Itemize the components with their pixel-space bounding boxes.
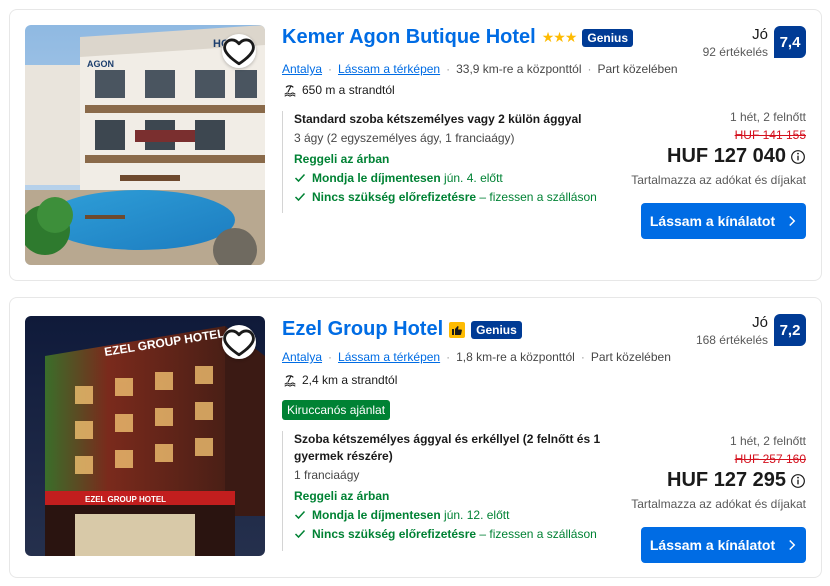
favorite-button[interactable] [222,34,256,68]
beach-icon [284,85,296,97]
current-price-row: HUF 127 295 [631,469,806,492]
see-availability-button[interactable]: Lássam a kínálatot [641,527,806,563]
show-on-map-link[interactable]: Lássam a térképen [338,62,440,76]
separator-dot: · [328,350,333,364]
genius-badge[interactable]: Genius [471,320,522,339]
cta-label: Lássam a kínálatot [649,537,776,553]
perk-title: Mondja le díjmentesen [312,508,441,522]
chevron-right-icon [789,539,796,551]
distance-from-center: 33,9 km-re a központtól [456,62,582,76]
stay-length: 1 hét, 2 felnőtt [729,434,806,448]
show-on-map-link[interactable]: Lássam a térképen [338,350,440,364]
perk-detail: jún. 4. előtt [444,171,503,185]
no-prepayment: Nincs szükség előrefizetésre – fizessen … [294,190,612,204]
getaway-deal-badge: Kiruccanós ajánlat [282,400,391,420]
score-badge: 7,4 [774,26,806,58]
info-icon[interactable] [790,473,806,489]
beach-distance-row: 2,4 km a strandtól [282,373,397,387]
favorite-button[interactable] [222,325,256,359]
distance-from-center: 1,8 km-re a központtól [456,350,575,364]
no-prepayment: Nincs szükség előrefizetésre – fizessen … [294,527,612,541]
heart-icon [223,38,255,66]
city-link[interactable]: Antalya [282,62,322,76]
breakfast-included: Reggeli az árban [294,489,390,503]
perk-title: Nincs szükség előrefizetésre [312,190,477,204]
review-word: Jó [752,26,768,43]
original-price: HUF 141 155 [734,128,806,142]
review-count: 92 értékelés [702,45,768,59]
beach-icon [284,375,296,387]
perk-detail: – fizessen a szálláson [479,527,597,541]
perk-title: Mondja le díjmentesen [312,171,441,185]
check-icon [294,529,306,539]
price-block: 1 hét, 2 felnőtt HUF 141 155 HUF 127 040… [631,110,806,187]
title-row: Kemer Agon Butique Hotel ★★★ Genius [282,26,634,49]
current-price: HUF 127 295 [667,469,786,491]
beach-distance: 2,4 km a strandtól [302,373,398,387]
separator-dot: · [580,350,585,364]
see-availability-button[interactable]: Lássam a kínálatot [641,203,806,239]
free-cancellation: Mondja le díjmentesen jún. 12. előtt [294,508,612,522]
beach-nearby-note: Part közelében [590,350,671,364]
hotel-card: HOTEL AGON Kemer Agon Butique Hotel ★★★ … [9,9,822,281]
beach-distance: 650 m a strandtól [302,83,395,97]
room-title: Standard szoba kétszemélyes vagy 2 külön… [294,112,582,126]
genius-badge[interactable]: Genius [582,28,634,47]
svg-text:EZEL GROUP HOTEL: EZEL GROUP HOTEL [85,495,166,504]
title-row: Ezel Group Hotel Genius [282,318,522,341]
review-word: Jó [752,314,768,331]
info-icon[interactable] [790,149,806,165]
hotel-name-link[interactable]: Ezel Group Hotel [282,318,443,341]
stay-length: 1 hét, 2 felnőtt [729,110,806,124]
price-block: 1 hét, 2 felnőtt HUF 257 160 HUF 127 295… [631,434,806,511]
location-row: Antalya · Lássam a térképen · 1,8 km-re … [282,350,671,364]
review-score[interactable]: Jó 168 értékelés 7,2 [696,314,806,347]
breakfast-included: Reggeli az árban [294,152,390,166]
hotel-card: EZEL GROUP HOTEL EZEL GROUP HOTEL Ezel G… [9,297,822,578]
perk-detail: – fizessen a szálláson [479,190,597,204]
svg-text:AGON: AGON [87,59,114,69]
beach-nearby-note: Part közelében [597,62,678,76]
city-link[interactable]: Antalya [282,350,322,364]
hotel-name-link[interactable]: Kemer Agon Butique Hotel [282,26,536,49]
cta-label: Lássam a kínálatot [649,213,776,229]
room-info: Standard szoba kétszemélyes vagy 2 külön… [282,111,612,213]
beach-distance-row: 650 m a strandtól [282,83,395,97]
taxes-note: Tartalmazza az adókat és díjakat [631,497,806,511]
heart-icon [223,329,255,357]
separator-dot: · [587,62,592,76]
thumbs-up-icon[interactable] [449,321,466,338]
room-beds: 3 ágy (2 egyszemélyes ágy, 1 franciaágy) [294,131,515,145]
perk-detail: jún. 12. előtt [444,508,510,522]
hotel-photo[interactable]: HOTEL AGON [25,25,265,265]
check-icon [294,192,306,202]
check-icon [294,173,306,183]
taxes-note: Tartalmazza az adókat és díjakat [631,173,806,187]
room-info: Szoba kétszemélyes ággyal és erkéllyel (… [282,431,612,551]
room-beds: 1 franciaágy [294,468,360,482]
separator-dot: · [328,62,333,76]
current-price: HUF 127 040 [667,145,786,167]
location-row: Antalya · Lássam a térképen · 33,9 km-re… [282,62,678,76]
hotel-photo[interactable]: EZEL GROUP HOTEL EZEL GROUP HOTEL [25,316,265,556]
current-price-row: HUF 127 040 [631,145,806,168]
room-title: Szoba kétszemélyes ággyal és erkéllyel (… [294,432,601,463]
review-count: 168 értékelés [695,333,768,347]
separator-dot: · [446,62,451,76]
perk-title: Nincs szükség előrefizetésre [312,527,477,541]
original-price: HUF 257 160 [734,452,806,466]
star-rating: ★★★ [541,29,578,45]
review-score[interactable]: Jó 92 értékelés 7,4 [703,26,806,59]
check-icon [294,510,306,520]
score-badge: 7,2 [774,314,806,346]
separator-dot: · [446,350,451,364]
free-cancellation: Mondja le díjmentesen jún. 4. előtt [294,171,612,185]
chevron-right-icon [789,215,796,227]
